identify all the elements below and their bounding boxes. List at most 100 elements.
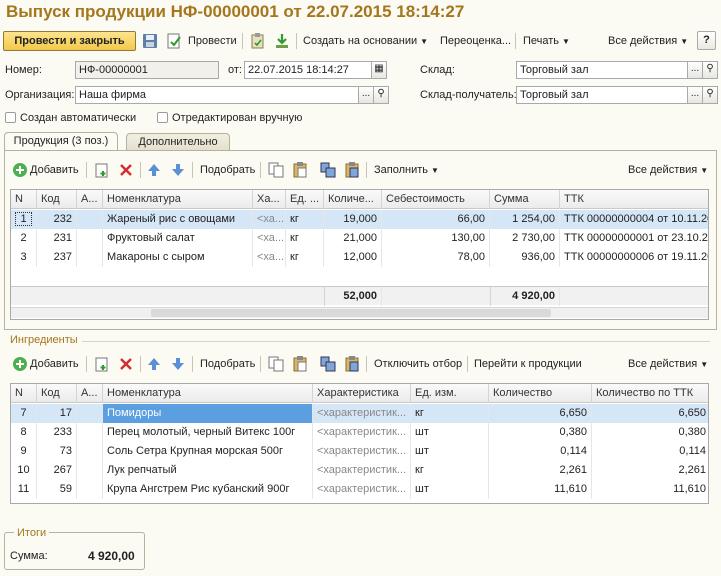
table-row[interactable]: 10 267 Лук репчатый <характеристик... кг…: [11, 461, 708, 480]
table-row[interactable]: 9 73 Соль Сетра Крупная морская 500г <ха…: [11, 442, 708, 461]
select-ellipsis-icon[interactable]: ...: [687, 61, 703, 79]
paste-icon[interactable]: [292, 162, 308, 178]
column-header[interactable]: Ха...: [253, 190, 286, 209]
copy-row-icon[interactable]: [94, 356, 110, 372]
move-up-icon[interactable]: [146, 356, 162, 372]
column-header[interactable]: Ед. изм.: [411, 384, 489, 403]
column-header[interactable]: А...: [77, 384, 103, 403]
column-header[interactable]: Характеристика: [313, 384, 411, 403]
scrollbar-thumb[interactable]: [151, 309, 551, 317]
add-icon[interactable]: [12, 356, 28, 372]
row-name: Жареный рис с овощами: [103, 210, 253, 229]
column-header[interactable]: Код: [37, 190, 77, 209]
table-row[interactable]: 3 237 Макароны с сыром <ха... кг 12,000 …: [11, 248, 708, 267]
column-header[interactable]: Количе...: [324, 190, 382, 209]
products-horizontal-scrollbar[interactable]: [11, 307, 708, 318]
warehouse-field[interactable]: Торговый зал: [516, 61, 688, 79]
move-down-icon[interactable]: [170, 356, 186, 372]
pick-button[interactable]: Подобрать: [200, 358, 255, 370]
organization-field[interactable]: Наша фирма: [75, 86, 359, 104]
paste-special-icon[interactable]: [344, 356, 360, 372]
search-icon[interactable]: ⚲: [702, 61, 718, 79]
post-icon[interactable]: [166, 33, 182, 49]
tab-products[interactable]: Продукция (3 поз.): [4, 132, 118, 150]
row-cost: 66,00: [382, 210, 490, 229]
delete-icon[interactable]: [118, 162, 134, 178]
table-row[interactable]: 7 17 Помидоры <характеристик... кг 6,650…: [11, 404, 708, 423]
ingredients-table-header: N Код А... Номенклатура Характеристика Е…: [11, 384, 708, 403]
disable-filter-button[interactable]: Отключить отбор: [374, 358, 462, 370]
column-header[interactable]: Себестоимость: [382, 190, 490, 209]
table-row[interactable]: 1 232 Жареный рис с овощами <ха... кг 19…: [11, 210, 708, 229]
column-header[interactable]: Код: [37, 384, 77, 403]
paste-icon[interactable]: [292, 356, 308, 372]
row-name: Макароны с сыром: [103, 248, 253, 267]
column-header[interactable]: N: [11, 384, 37, 403]
column-header[interactable]: Ед. ...: [286, 190, 324, 209]
revaluation-button[interactable]: Переоценка...: [440, 35, 511, 47]
row-characteristic: <характеристик...: [313, 480, 411, 499]
save-icon[interactable]: [142, 33, 158, 49]
create-based-on-button[interactable]: Создать на основании ▼: [303, 35, 428, 47]
add-button[interactable]: Добавить: [30, 358, 79, 370]
row-unit: шт: [411, 480, 489, 499]
toolbar-separator: [140, 356, 141, 372]
all-actions-button[interactable]: Все действия ▼: [608, 35, 688, 47]
number-field[interactable]: НФ-00000001: [75, 61, 219, 79]
add-icon[interactable]: [12, 162, 28, 178]
edited-manually-checkbox[interactable]: [157, 112, 168, 123]
products-toolbar: Добавить Подобрать Заполнить ▼ Все действ…: [10, 160, 715, 180]
download-icon[interactable]: [274, 33, 290, 49]
tab-additional[interactable]: Дополнительно: [126, 133, 230, 151]
column-header[interactable]: Количество: [489, 384, 592, 403]
column-header[interactable]: ТТК: [560, 190, 708, 209]
all-actions-label: Все действия: [628, 164, 698, 176]
row-quantity-ttk: 0,380: [678, 426, 706, 438]
paste-special-icon[interactable]: [344, 162, 360, 178]
products-table[interactable]: N Код А... Номенклатура Ха... Ед. ... Ко…: [10, 189, 709, 320]
column-header[interactable]: N: [11, 190, 37, 209]
search-icon[interactable]: ⚲: [373, 86, 389, 104]
post-button[interactable]: Провести: [188, 35, 237, 47]
copy-row-icon[interactable]: [94, 162, 110, 178]
table-row[interactable]: 2 231 Фруктовый салат <ха... кг 21,000 1…: [11, 229, 708, 248]
copy-multiple-icon[interactable]: [320, 356, 336, 372]
fill-button[interactable]: Заполнить ▼: [374, 164, 439, 176]
copy-icon[interactable]: [268, 162, 284, 178]
move-up-icon[interactable]: [146, 162, 162, 178]
row-name: Крупа Ангстрем Рис кубанский 900г: [103, 480, 313, 499]
select-ellipsis-icon[interactable]: ...: [687, 86, 703, 104]
table-row[interactable]: 8 233 Перец молотый, черный Витекс 100г …: [11, 423, 708, 442]
totals-sum-value: 4 920,00: [88, 549, 135, 563]
receiving-warehouse-field[interactable]: Торговый зал: [516, 86, 688, 104]
ingredients-all-actions-button[interactable]: Все действия ▼: [628, 358, 708, 370]
copy-icon[interactable]: [268, 356, 284, 372]
goto-products-button[interactable]: Перейти к продукции: [474, 358, 582, 370]
products-table-header: N Код А... Номенклатура Ха... Ед. ... Ко…: [11, 190, 708, 209]
column-header[interactable]: Номенклатура: [103, 190, 253, 209]
clipboard-icon[interactable]: [250, 33, 266, 49]
auto-created-checkbox[interactable]: [5, 112, 16, 123]
copy-multiple-icon[interactable]: [320, 162, 336, 178]
row-sum: 2 730,00: [490, 229, 560, 248]
delete-icon[interactable]: [118, 356, 134, 372]
select-ellipsis-icon[interactable]: ...: [358, 86, 374, 104]
column-header[interactable]: А...: [77, 190, 103, 209]
column-header[interactable]: Сумма: [490, 190, 560, 209]
search-icon[interactable]: ⚲: [702, 86, 718, 104]
column-header[interactable]: Количество по ТТК: [592, 384, 708, 403]
print-button[interactable]: Печать ▼: [523, 35, 570, 47]
pick-button[interactable]: Подобрать: [200, 164, 255, 176]
add-button[interactable]: Добавить: [30, 164, 79, 176]
column-header[interactable]: Номенклатура: [103, 384, 313, 403]
number-label: Номер:: [5, 64, 42, 76]
ingredients-table[interactable]: N Код А... Номенклатура Характеристика Е…: [10, 383, 709, 504]
date-field[interactable]: 22.07.2015 18:14:27: [244, 61, 372, 79]
table-row[interactable]: 11 59 Крупа Ангстрем Рис кубанский 900г …: [11, 480, 708, 499]
post-and-close-button[interactable]: Провести и закрыть: [3, 31, 136, 51]
products-all-actions-button[interactable]: Все действия ▼: [628, 164, 708, 176]
move-down-icon[interactable]: [170, 162, 186, 178]
calendar-icon[interactable]: ▦: [371, 61, 387, 79]
help-button[interactable]: ?: [697, 31, 716, 50]
create-based-on-label: Создать на основании: [303, 35, 418, 47]
